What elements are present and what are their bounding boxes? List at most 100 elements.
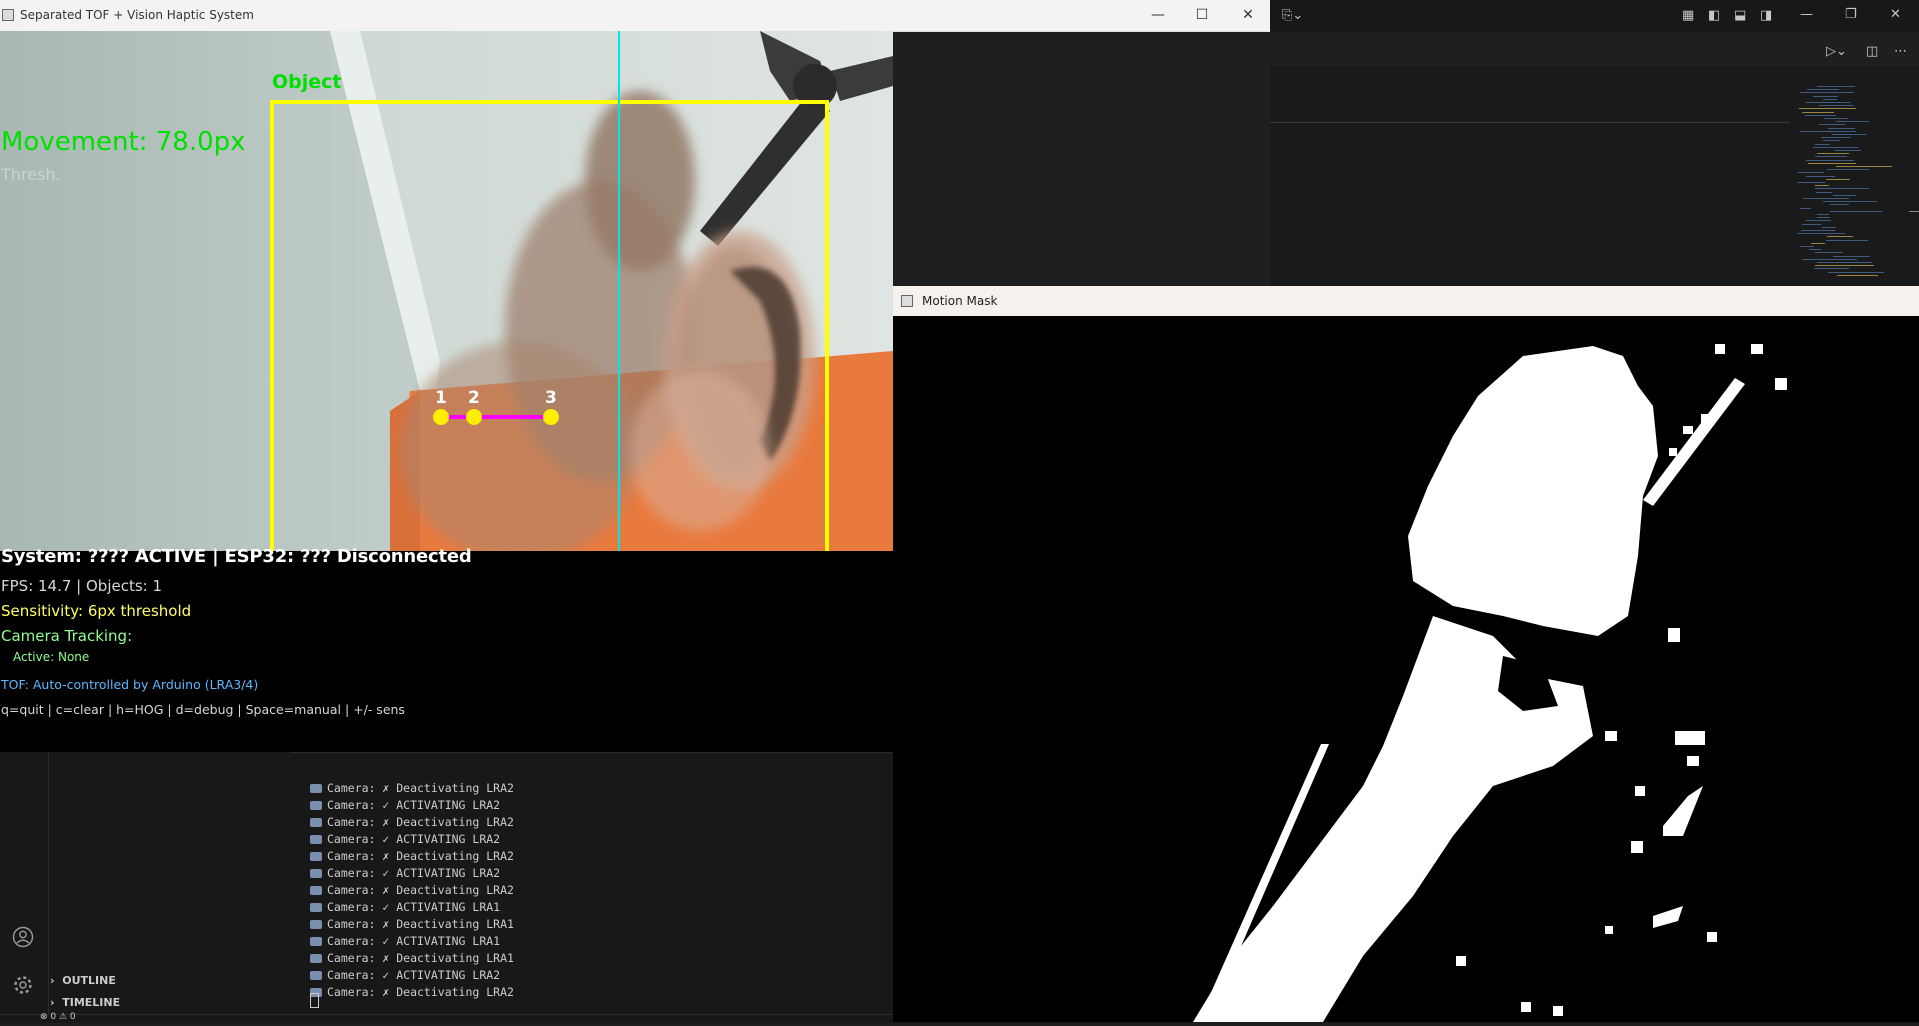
- minimap-line: [1826, 236, 1854, 238]
- more-actions-icon[interactable]: ⋯: [1894, 44, 1907, 60]
- minimap-line: [1815, 156, 1847, 158]
- track-point-3: [543, 409, 559, 425]
- toggle-panel-icon[interactable]: ⬓: [1734, 8, 1746, 24]
- minimap-line: [1816, 262, 1873, 263]
- terminal-line-text: Camera: ✓ ACTIVATING LRA1: [327, 934, 501, 948]
- minimap-line: [1802, 223, 1821, 225]
- track-point-1-label: 1: [435, 388, 447, 408]
- camera-icon: [310, 903, 322, 912]
- activity-bar: [0, 752, 49, 1014]
- main-window-titlebar[interactable]: Separated TOF + Vision Haptic System — ☐…: [0, 0, 1270, 32]
- main-window-title: Separated TOF + Vision Haptic System: [20, 8, 254, 22]
- minimap-line: [1827, 127, 1856, 129]
- minimap-line: [1823, 201, 1877, 203]
- motion-mask-image: [893, 316, 1919, 1022]
- timeline-label: TIMELINE: [62, 996, 121, 1009]
- fps-objects: FPS: 14.7 | Objects: 1: [1, 577, 163, 595]
- minimap-line: [1806, 159, 1854, 161]
- terminal-line-text: Camera: ✗ Deactivating LRA2: [327, 985, 514, 999]
- accounts-icon[interactable]: [12, 926, 34, 948]
- tof-status: TOF: Auto-controlled by Arduino (LRA3/4): [1, 677, 259, 692]
- minimap-line: [1836, 121, 1869, 123]
- run-icon[interactable]: ▷⌄: [1826, 44, 1847, 60]
- camera-icon: [310, 971, 322, 980]
- terminal-line-text: Camera: ✓ ACTIVATING LRA2: [327, 968, 501, 982]
- terminal-line-text: Camera: ✗ Deactivating LRA2: [327, 849, 514, 863]
- minimap-line: [1830, 210, 1883, 212]
- motion-mask-window: Motion Mask: [893, 286, 1919, 1022]
- vscode-minimize-icon[interactable]: —: [1800, 7, 1813, 23]
- terminal-line: Camera: ✓ ACTIVATING LRA2: [310, 798, 500, 812]
- camera-icon: [310, 784, 322, 793]
- keyboard-shortcuts: q=quit | c=clear | h=HOG | d=debug | Spa…: [1, 702, 405, 717]
- threshold-faint-text: Thresh.: [1, 165, 61, 184]
- minimap-line: [1823, 118, 1848, 119]
- track-point-3-label: 3: [545, 388, 557, 408]
- minimap-line: [1826, 178, 1850, 180]
- split-editor-icon[interactable]: ◫: [1866, 44, 1878, 60]
- terminal-line-text: Camera: ✓ ACTIVATING LRA2: [327, 866, 501, 880]
- camera-icon: [310, 852, 322, 861]
- terminal-line: Camera: ✗ Deactivating LRA1: [310, 951, 514, 965]
- terminal-line: Camera: ✓ ACTIVATING LRA1: [310, 900, 500, 914]
- chevron-right-icon: ›: [50, 996, 55, 1009]
- camera-frame: [0, 31, 893, 551]
- editor-divider: [1270, 122, 1790, 123]
- terminal-line-text: Camera: ✗ Deactivating LRA1: [327, 951, 514, 965]
- object-label: Object: [272, 71, 342, 93]
- minimap-line: [1816, 86, 1855, 87]
- minimap-line: [1821, 137, 1852, 139]
- minimap-line: [1800, 130, 1857, 132]
- terminal-line: Camera: ✓ ACTIVATING LRA2: [310, 832, 500, 846]
- toggle-sidebar-icon[interactable]: ◧: [1708, 8, 1720, 24]
- minimap-line: [1833, 255, 1870, 257]
- minimap-line: [1832, 194, 1857, 196]
- terminal-cursor: [310, 993, 319, 1008]
- camera-icon: [310, 886, 322, 895]
- minimize-button[interactable]: —: [1138, 4, 1178, 26]
- copilot-chat-icon[interactable]: ⎘⌄: [1282, 8, 1303, 24]
- minimap-line: [1818, 124, 1846, 126]
- minimap-line: [1806, 220, 1831, 222]
- vscode-restore-icon[interactable]: ❐: [1845, 7, 1857, 23]
- vscode-close-icon[interactable]: ✕: [1890, 7, 1901, 23]
- toggle-secondary-sidebar-icon[interactable]: ◨: [1760, 8, 1772, 24]
- timeline-section[interactable]: › TIMELINE: [50, 996, 120, 1009]
- terminal-line: Camera: ✗ Deactivating LRA2: [310, 781, 514, 795]
- minimap-line: [1826, 169, 1869, 171]
- movement-readout: Movement: 78.0px: [1, 127, 246, 157]
- customize-layout-icon[interactable]: ▦: [1682, 8, 1694, 24]
- minimap-line: [1801, 258, 1857, 260]
- minimap-line: [1805, 175, 1836, 177]
- minimap-line: [1821, 226, 1837, 228]
- minimap-line: [1797, 233, 1846, 235]
- camera-icon: [310, 835, 322, 844]
- minimap-line: [1813, 146, 1858, 148]
- camera-tracking: Camera Tracking:: [1, 627, 133, 645]
- terminal-line: Camera: ✓ ACTIVATING LRA2: [310, 866, 500, 880]
- terminal-panel[interactable]: Camera: ✗ Deactivating LRA2 Camera: ✓ ACT…: [290, 752, 895, 1015]
- minimap-line: [1835, 166, 1893, 167]
- maximize-button[interactable]: ☐: [1182, 4, 1222, 26]
- camera-icon: [310, 818, 322, 827]
- minimap-line: [1825, 239, 1868, 241]
- minimap-line: [1811, 242, 1826, 244]
- minimap-line: [1797, 182, 1826, 183]
- minimap-line: [1823, 98, 1838, 100]
- status-hud: System: ???? ACTIVE | ESP32: ??? Disconn…: [0, 546, 893, 752]
- minimap-line: [1813, 268, 1849, 270]
- minimap-line: [1816, 153, 1849, 155]
- close-button[interactable]: ✕: [1228, 4, 1268, 26]
- track-point-2-label: 2: [468, 388, 480, 408]
- settings-gear-icon[interactable]: [12, 974, 34, 996]
- camera-feed: Object Movement: 78.0px Thresh. 1 2 3: [0, 31, 893, 551]
- window-app-icon: [2, 9, 14, 21]
- mask-window-titlebar[interactable]: Motion Mask: [893, 286, 1919, 317]
- scrollbar-marker: [1909, 211, 1919, 212]
- minimap[interactable]: [1792, 86, 1902, 286]
- outline-section[interactable]: › OUTLINE: [50, 974, 116, 987]
- minimap-line: [1835, 150, 1862, 151]
- minimap-line: [1799, 108, 1856, 110]
- minimap-line: [1816, 217, 1830, 219]
- problems-status[interactable]: ⊗ 0 ⚠ 0: [40, 1012, 76, 1022]
